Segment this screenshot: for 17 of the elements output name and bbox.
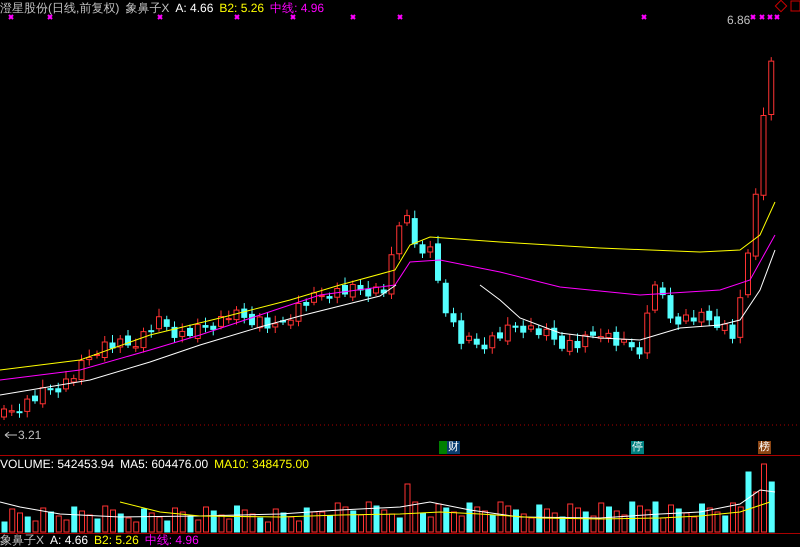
- high-price-label: 6.86: [727, 13, 750, 27]
- indicator-value: B2: 5.26: [219, 0, 264, 16]
- indicator-value: A: 4.66: [50, 533, 88, 547]
- chart-title: 澄星股份(日线,前复权): [0, 0, 120, 16]
- indicator-value: A: 4.66: [175, 0, 214, 16]
- indicator-value: 中线: 4.96: [270, 0, 324, 16]
- indicator-value: MA10: 348475.00: [214, 457, 309, 471]
- indicator-value: VOLUME: 542453.94: [0, 457, 114, 471]
- low-price-label: 3.21: [18, 428, 42, 442]
- indicator-value: MA5: 604476.00: [120, 457, 208, 471]
- indicator-value: 中线: 4.96: [144, 533, 199, 547]
- event-badge: 榜: [758, 441, 771, 454]
- indicator-value: B2: 5.26: [94, 533, 139, 547]
- event-badge: 停: [631, 441, 644, 454]
- event-badge: 财: [447, 441, 460, 454]
- indicator-name: 象鼻子X: [125, 0, 170, 16]
- indicator-name: 象鼻子X: [0, 533, 44, 547]
